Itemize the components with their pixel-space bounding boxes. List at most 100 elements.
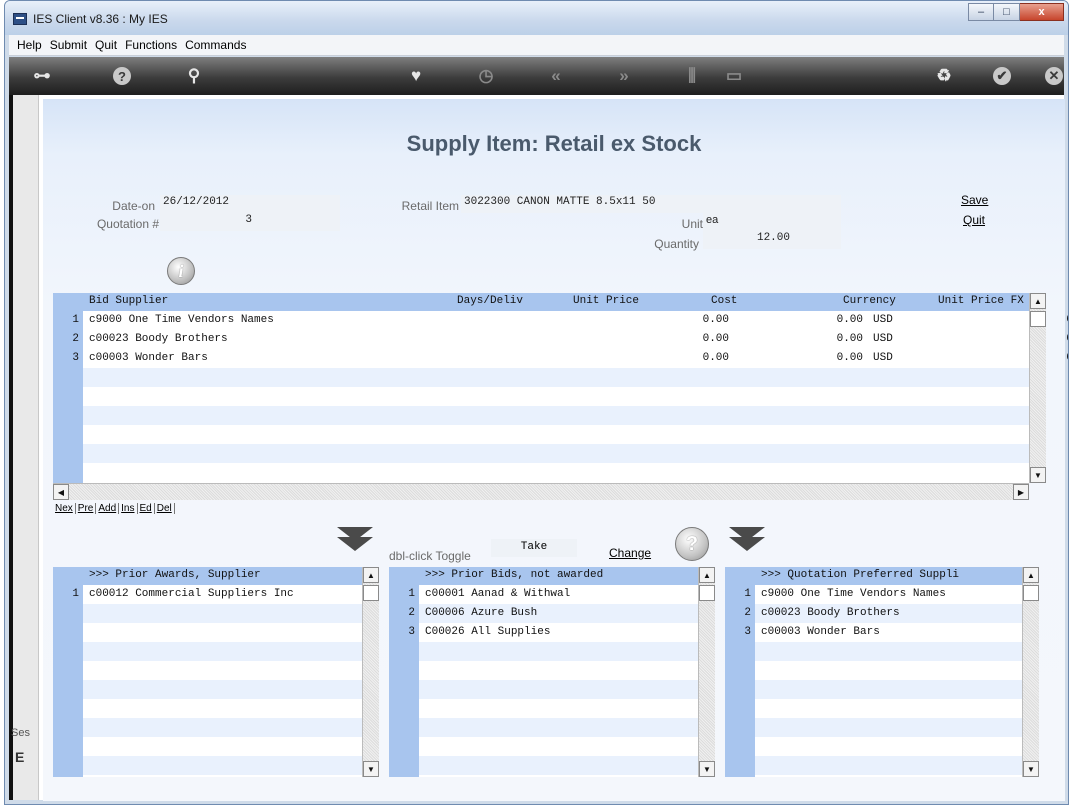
list-item[interactable] [755,699,1039,718]
scroll-down-button[interactable]: ▼ [699,761,715,777]
list-item[interactable]: 3 C00026 All Supplies [408,623,715,642]
col-bid-supplier[interactable]: Bid Supplier [89,295,168,307]
list-item[interactable] [419,680,715,699]
help-icon[interactable]: ? [675,527,709,561]
add-button[interactable]: Add [96,503,120,514]
list-item-text[interactable]: C00006 Azure Bush [425,607,537,619]
cell-supplier[interactable]: c9000 One Time Vendors Names [89,314,274,326]
bid-grid-hscroll[interactable]: ◀ ▶ [53,483,1029,500]
table-row[interactable] [83,368,1039,387]
list-item[interactable] [83,642,379,661]
list-item-text[interactable]: c00003 Wonder Bars [761,626,880,638]
search-icon[interactable]: ⚲ [183,65,205,87]
insert-button[interactable]: Ins [119,503,138,514]
ok-icon[interactable]: ✔ [993,67,1011,85]
edit-button[interactable]: Ed [138,503,155,514]
list-item[interactable] [83,680,379,699]
cell-unit-price[interactable]: 0.00 [643,352,729,364]
table-row[interactable] [83,406,1039,425]
list-item[interactable]: 1 c00001 Aanad & Withwal [408,585,715,604]
list-item[interactable]: 2 C00006 Azure Bush [408,604,715,623]
scroll-thumb[interactable] [699,585,715,601]
exit-icon[interactable]: ✕ [1045,67,1063,85]
list-item[interactable] [83,661,379,680]
list-item[interactable] [755,661,1039,680]
cell-cost[interactable]: 0.00 [783,333,863,345]
quantity-field[interactable]: 12.00 [703,231,841,249]
scroll-thumb[interactable] [363,585,379,601]
clock-icon[interactable]: ◷ [475,65,497,87]
list-item-text[interactable]: c00001 Aanad & Withwal [425,588,570,600]
list-item[interactable] [755,737,1039,756]
cell-unit-price[interactable]: 0.00 [643,333,729,345]
next-button[interactable]: Nex [53,503,76,514]
table-row[interactable]: 2 c00023 Boody Brothers 0.00 0.00 USD 0 [72,330,1068,349]
cell-currency[interactable]: USD [873,333,893,345]
list-item-text[interactable]: c9000 One Time Vendors Names [761,588,946,600]
list-item[interactable] [419,737,715,756]
delete-button[interactable]: Del [155,503,175,514]
list-item[interactable] [419,718,715,737]
list-item-text[interactable]: C00026 All Supplies [425,626,550,638]
cell-unit-price[interactable]: 0.00 [643,314,729,326]
list-item-text[interactable]: c00023 Boody Brothers [761,607,900,619]
cell-cost[interactable]: 0.00 [783,314,863,326]
heart-icon[interactable]: ♥ [405,65,427,87]
list-item[interactable] [755,756,1039,775]
list-item[interactable] [419,642,715,661]
menu-quit[interactable]: Quit [91,38,121,52]
list-item[interactable] [419,661,715,680]
change-link[interactable]: Change [609,546,651,560]
prior-bids-vscroll[interactable]: ▲ ▼ [698,567,715,777]
col-days-deliv[interactable]: Days/Deliv [457,295,523,307]
retail-item-field[interactable]: 3022300 CANON MATTE 8.5x11 50 [461,195,841,213]
cell-supplier[interactable]: c00003 Wonder Bars [89,352,208,364]
prior-bids-title[interactable]: >>> Prior Bids, not awarded [425,569,603,581]
date-on-field[interactable]: 26/12/2012 [160,195,340,213]
prior-awards-vscroll[interactable]: ▲ ▼ [362,567,379,777]
table-row[interactable] [83,387,1039,406]
list-item[interactable]: 1 c9000 One Time Vendors Names [744,585,1039,604]
preferred-title[interactable]: >>> Quotation Preferred Suppli [761,569,959,581]
previous-icon[interactable]: « [545,65,567,87]
unit-field[interactable]: ea [703,213,841,231]
cell-currency[interactable]: USD [873,352,893,364]
list-item[interactable] [419,699,715,718]
recycle-icon[interactable]: ♻ [933,65,955,87]
quotation-field[interactable]: 3 [160,213,340,231]
scroll-down-button[interactable]: ▼ [1023,761,1039,777]
quit-link[interactable]: Quit [963,213,985,227]
minimize-button[interactable]: – [968,3,994,21]
scroll-up-button[interactable]: ▲ [1023,567,1039,583]
list-item[interactable] [419,756,715,775]
title-bar[interactable]: IES Client v8.36 : My IES – □ x [5,1,1068,35]
col-unit-price-fx[interactable]: Unit Price FX [938,295,1024,307]
col-cost[interactable]: Cost [711,295,737,307]
scroll-up-button[interactable]: ▲ [699,567,715,583]
col-currency[interactable]: Currency [843,295,896,307]
prior-awards-title[interactable]: >>> Prior Awards, Supplier [89,569,261,581]
scroll-down-button[interactable]: ▼ [363,761,379,777]
table-row[interactable]: 3 c00003 Wonder Bars 0.00 0.00 USD 0 [72,349,1068,368]
list-item[interactable]: 3 c00003 Wonder Bars [744,623,1039,642]
info-icon[interactable]: i [167,257,195,285]
cell-currency[interactable]: USD [873,314,893,326]
list-item[interactable] [83,718,379,737]
list-item[interactable] [755,680,1039,699]
take-field[interactable]: Take [491,539,577,557]
tools-icon[interactable]: ⫼ [681,65,703,87]
preferred-vscroll[interactable]: ▲ ▼ [1022,567,1039,777]
help-icon[interactable]: ? [113,67,131,85]
list-item[interactable] [83,604,379,623]
session-icon[interactable]: E [15,749,24,765]
window-icon[interactable]: ▭ [723,65,745,87]
sessions-label[interactable]: Ses [11,727,30,739]
key-icon[interactable]: ⊶ [31,65,53,87]
menu-help[interactable]: Help [13,38,46,52]
menu-functions[interactable]: Functions [121,38,181,52]
scroll-up-button[interactable]: ▲ [1030,293,1046,309]
close-button[interactable]: x [1020,3,1064,21]
list-item[interactable] [83,737,379,756]
table-row[interactable] [83,444,1039,463]
list-item[interactable] [83,756,379,775]
